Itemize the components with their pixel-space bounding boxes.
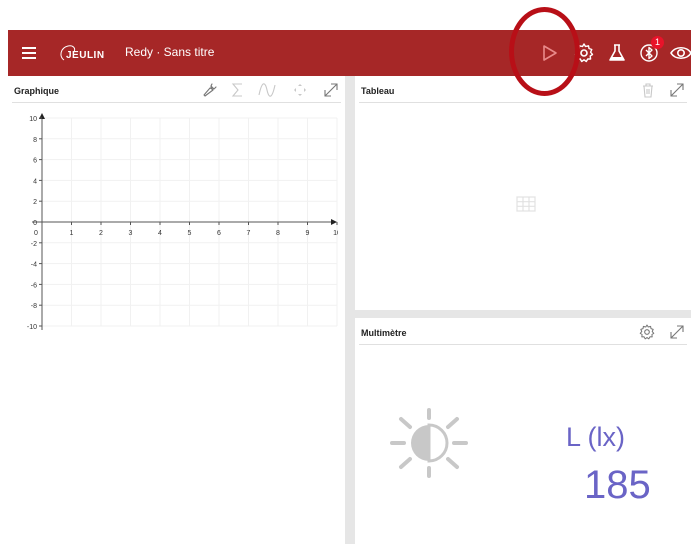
y-tick-label: -8 (31, 303, 37, 310)
graph-panel-divider (12, 102, 341, 103)
x-tick-label: 7 (247, 230, 251, 237)
table-panel-title: Tableau (361, 86, 395, 96)
app-window: JEULIN Redy · Sans titre 1 Graphique 10 … (0, 0, 691, 544)
y-tick-label: 6 (33, 158, 37, 165)
y-tick-label: 0 (33, 220, 37, 227)
table-panel: Tableau (355, 76, 691, 310)
gear-icon[interactable] (638, 323, 656, 341)
trash-icon[interactable] (639, 81, 657, 99)
expand-icon[interactable] (668, 81, 686, 99)
flask-icon[interactable] (605, 41, 629, 65)
top-bar: JEULIN Redy · Sans titre 1 (8, 30, 691, 76)
multimeter-panel-divider (359, 344, 687, 345)
brightness-icon (390, 408, 468, 478)
x-tick-label: 4 (158, 230, 162, 237)
menu-icon[interactable] (20, 43, 40, 63)
brand-text: JEULIN (66, 50, 105, 61)
x-tick-label: 6 (217, 230, 221, 237)
document-title: Redy · Sans titre (125, 45, 215, 59)
x-tick-label: 3 (129, 230, 133, 237)
gear-icon[interactable] (572, 41, 596, 65)
y-tick-label: -10 (27, 324, 37, 331)
x-axis-arrow (331, 219, 337, 225)
x-tick-label: 5 (188, 230, 192, 237)
graph-panel-title: Graphique (14, 86, 60, 96)
quantity-label: L (lx) (566, 422, 625, 452)
x-tick-label: 0 (34, 230, 38, 237)
multimeter-panel-title: Multimètre (361, 328, 407, 338)
graph-plot[interactable]: 10 8 6 4 2 0 -2 -4 -6 -8 -10 0 1 2 3 4 5 6 7 8 9 10 (8, 106, 338, 544)
x-tick-label: 9 (306, 230, 310, 237)
y-tick-label: -4 (31, 262, 37, 269)
table-icon (516, 196, 536, 212)
expand-icon[interactable] (322, 81, 340, 99)
y-tick-label: -6 (31, 282, 37, 289)
x-tick-label: 2 (99, 230, 103, 237)
curve-fit-icon[interactable] (258, 81, 276, 99)
x-tick-label: 1 (70, 230, 74, 237)
y-tick-label: 4 (33, 178, 37, 185)
vertical-splitter[interactable] (345, 76, 355, 544)
expand-icon[interactable] (668, 323, 686, 341)
wrench-icon[interactable] (201, 81, 219, 99)
horizontal-splitter[interactable] (355, 310, 691, 318)
measurement-value: 185 (584, 463, 651, 507)
x-tick-label: 10 (333, 230, 338, 237)
notification-badge: 1 (651, 36, 664, 49)
sum-icon[interactable] (229, 81, 247, 99)
eye-icon[interactable] (669, 41, 691, 65)
play-icon[interactable] (537, 41, 561, 65)
y-tick-label: 2 (33, 199, 37, 206)
x-tick-label: 8 (276, 230, 280, 237)
y-tick-label: -2 (31, 241, 37, 248)
jeulin-logo: JEULIN (60, 45, 105, 61)
y-tick-label: 8 (33, 137, 37, 144)
y-tick-label: 10 (29, 116, 37, 123)
table-panel-divider (359, 102, 687, 103)
move-icon[interactable] (291, 81, 309, 99)
